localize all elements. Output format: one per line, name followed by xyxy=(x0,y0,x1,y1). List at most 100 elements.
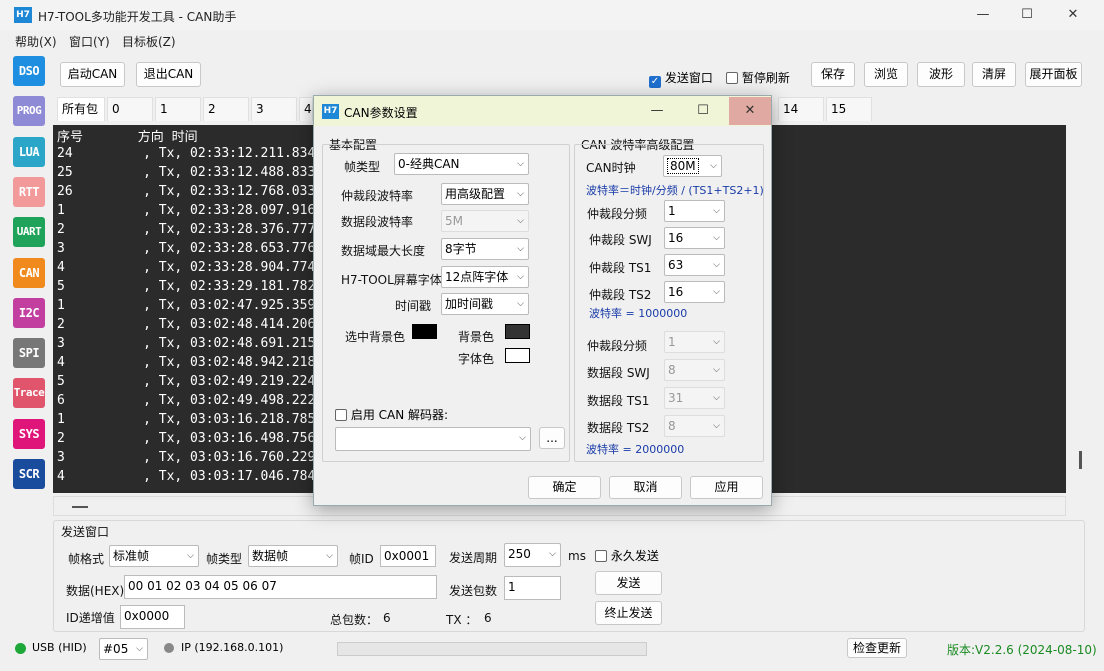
check-update-button[interactable]: 检查更新 xyxy=(847,638,907,658)
sidebar-item-uart[interactable]: UART xyxy=(13,217,45,248)
arb-swj-select[interactable]: 16 ⌵ xyxy=(664,227,725,249)
can-clock-select[interactable]: 80M ⌵ xyxy=(663,155,722,177)
minimize-icon[interactable]: — xyxy=(970,4,996,26)
sidebar-item-scr[interactable]: SCR xyxy=(13,459,45,489)
bg-color-swatch[interactable] xyxy=(505,324,530,339)
sidebar-item-can[interactable]: CAN xyxy=(13,257,45,288)
save-button[interactable]: 保存 xyxy=(811,62,855,87)
timestamp-label: 时间戳 xyxy=(395,299,432,313)
checkbox-icon xyxy=(335,409,347,421)
pause-refresh-checkbox[interactable]: 暂停刷新 xyxy=(726,69,790,86)
arb-ts1-select[interactable]: 63 ⌵ xyxy=(664,254,725,276)
tab-all[interactable]: 所有包 xyxy=(57,97,105,121)
send-button[interactable]: 发送 xyxy=(595,571,662,595)
dialog-logo: H7 xyxy=(322,104,339,119)
vertical-scrollbar[interactable] xyxy=(1072,125,1090,493)
frame-format-label: 帧格式 xyxy=(68,552,105,566)
decoder-select[interactable]: ⌵ xyxy=(335,427,531,451)
expand-panel-button[interactable]: 展开面板 xyxy=(1025,62,1082,87)
decoder-checkbox[interactable]: 启用 CAN 解码器: xyxy=(335,406,448,423)
dialog-minimize-icon[interactable]: — xyxy=(644,100,670,122)
data-ts1-label: 数据段 TS1 xyxy=(587,394,650,408)
menu-target[interactable]: 目标板(Z) xyxy=(122,33,176,50)
data-hex-input[interactable]: 00 01 02 03 04 05 06 07 xyxy=(124,575,437,599)
send-panel: 发送窗口 帧格式 标准帧 ⌵ 帧类型 数据帧 ⌵ 帧ID 0x0001 发送周期 2… xyxy=(53,520,1085,632)
frame-type-label: 帧类型 xyxy=(206,552,243,566)
tab-0[interactable]: 0 xyxy=(107,97,153,121)
frame-id-input[interactable]: 0x0001 xyxy=(380,545,436,567)
chevron-down-icon: ⌵ xyxy=(713,233,720,243)
stop-send-button[interactable]: 终止发送 xyxy=(595,601,662,625)
arb-rate-select[interactable]: 用高级配置 ⌵ xyxy=(441,183,529,205)
exit-can-button[interactable]: 退出CAN xyxy=(136,62,201,87)
apply-button[interactable]: 应用 xyxy=(690,476,763,499)
send-window-checkbox[interactable]: ✓ 发送窗口 xyxy=(649,69,713,88)
send-panel-title: 发送窗口 xyxy=(61,525,110,539)
scroll-thumb[interactable] xyxy=(1079,451,1082,469)
arb-div-select[interactable]: 1 ⌵ xyxy=(664,200,725,222)
sidebar-item-spi[interactable]: SPI xyxy=(13,338,45,369)
screen-font-select[interactable]: 12点阵字体 ⌵ xyxy=(441,266,529,288)
hscroll-thumb[interactable] xyxy=(72,506,88,508)
sidebar-item-dso[interactable]: DSO xyxy=(13,56,45,86)
tab-4[interactable]: 4 xyxy=(299,97,313,121)
usb-label: USB (HID) xyxy=(32,641,87,654)
sidebar-item-prog[interactable]: PROG xyxy=(13,96,45,127)
timestamp-select[interactable]: 加时间戳 ⌵ xyxy=(441,293,529,315)
start-can-button[interactable]: 启动CAN xyxy=(60,62,125,87)
browse-button[interactable]: 浏览 xyxy=(864,62,908,87)
sidebar-item-lua[interactable]: LUA xyxy=(13,136,45,167)
id-increment-input[interactable]: 0x0000 xyxy=(120,605,185,629)
sidebar-item-sys[interactable]: SYS xyxy=(13,418,45,449)
arb-ts2-select[interactable]: 16 ⌵ xyxy=(664,281,725,303)
tab-3[interactable]: 3 xyxy=(251,97,297,121)
dlg-frame-type-select[interactable]: 0-经典CAN ⌵ xyxy=(394,153,529,175)
data-baud-result: 波特率 = 2000000 xyxy=(586,443,685,456)
wave-button[interactable]: 波形 xyxy=(917,62,965,87)
fg-color-swatch[interactable] xyxy=(505,348,530,363)
chevron-down-icon: ⌵ xyxy=(517,272,524,282)
timestamp-value: 加时间戳 xyxy=(445,297,494,311)
decoder-browse-button[interactable]: ... xyxy=(539,427,565,449)
dialog-maximize-icon[interactable]: ☐ xyxy=(690,100,716,122)
console-row: 4 , Tx, 03:03:17.046.784 xyxy=(57,469,316,484)
sidebar-item-trace[interactable]: Trace xyxy=(13,378,45,409)
chevron-down-icon: ⌵ xyxy=(549,549,556,559)
progress-bar xyxy=(337,642,647,656)
period-unit: ms xyxy=(568,549,586,563)
frame-type-select[interactable]: 数据帧 ⌵ xyxy=(248,545,338,567)
sidebar-item-i2c[interactable]: I2C xyxy=(13,297,45,328)
tab-15[interactable]: 15 xyxy=(826,97,872,121)
forever-send-checkbox[interactable]: 永久发送 xyxy=(595,547,659,564)
tab-1[interactable]: 1 xyxy=(155,97,201,121)
ok-button[interactable]: 确定 xyxy=(528,476,601,499)
data-swj-select[interactable]: 8 ⌵ xyxy=(664,359,725,381)
send-count-input[interactable]: 1 xyxy=(504,576,561,600)
arb-ts1-value: 63 xyxy=(668,258,684,272)
close-icon[interactable]: ✕ xyxy=(1060,4,1086,26)
tab-2[interactable]: 2 xyxy=(203,97,249,121)
menu-window[interactable]: 窗口(Y) xyxy=(69,33,110,50)
selected-bg-swatch[interactable] xyxy=(412,324,437,339)
data-ts2-select[interactable]: 8 ⌵ xyxy=(664,415,725,437)
sidebar-item-rtt[interactable]: RTT xyxy=(13,176,45,207)
port-select[interactable]: #05 ⌵ xyxy=(99,638,148,660)
data-ts1-select[interactable]: 31 ⌵ xyxy=(664,387,725,409)
frame-format-select[interactable]: 标准帧 ⌵ xyxy=(109,545,199,567)
cancel-button[interactable]: 取消 xyxy=(609,476,682,499)
data-div-select[interactable]: 1 ⌵ xyxy=(664,331,725,353)
data-ts2-value: 8 xyxy=(668,419,676,433)
data-rate-select[interactable]: 5M ⌵ xyxy=(441,210,529,232)
chevron-down-icon: ⌵ xyxy=(187,551,194,561)
max-len-select[interactable]: 8字节 ⌵ xyxy=(441,238,529,260)
tab-14[interactable]: 14 xyxy=(778,97,824,121)
menu-help[interactable]: 帮助(X) xyxy=(15,33,57,50)
maximize-icon[interactable]: ☐ xyxy=(1014,4,1040,26)
ip-label: IP (192.168.0.101) xyxy=(181,641,284,654)
dialog-close-icon[interactable]: ✕ xyxy=(729,97,771,125)
arb-div-label: 仲裁段分频 xyxy=(587,207,648,221)
clear-button[interactable]: 清屏 xyxy=(972,62,1016,87)
console-row: 3 , Tx, 03:02:48.691.215 xyxy=(57,336,316,351)
chevron-down-icon: ⌵ xyxy=(713,206,720,216)
send-period-select[interactable]: 250 ⌵ xyxy=(504,543,561,567)
